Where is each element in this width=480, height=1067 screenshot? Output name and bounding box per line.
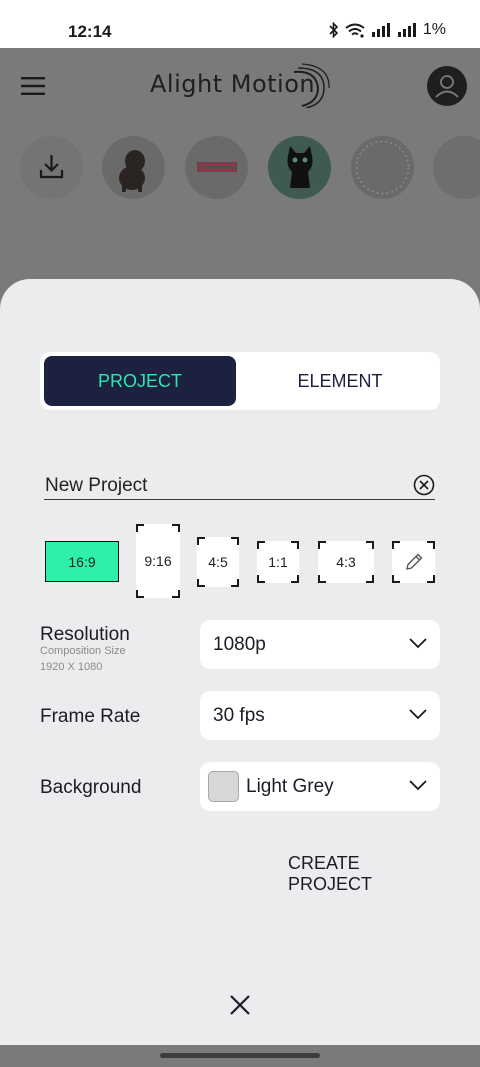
chevron-down-icon <box>409 780 427 791</box>
wifi-icon <box>345 23 365 38</box>
app-logo: Alight Motion <box>150 60 340 110</box>
clear-circle-icon[interactable] <box>413 474 435 496</box>
title-text-thumbnail <box>197 162 237 172</box>
close-icon[interactable] <box>228 993 252 1017</box>
aspect-ratio-label: 4:5 <box>208 554 228 570</box>
status-icons: 1% <box>329 21 446 39</box>
background-value: Light Grey <box>246 776 334 797</box>
aspect-ratio-16-9[interactable]: 16:9 <box>45 541 119 582</box>
background-color-swatch <box>208 771 239 802</box>
profile-icon[interactable] <box>427 66 467 106</box>
resolution-label: Resolution <box>40 624 130 645</box>
home-indicator[interactable] <box>160 1053 320 1058</box>
download-icon <box>39 155 64 179</box>
aspect-ratio-1-1[interactable]: 1:1 <box>257 541 299 583</box>
frame-rate-label: Frame Rate <box>40 706 141 727</box>
project-name-value[interactable]: New Project <box>45 475 147 497</box>
bluetooth-icon <box>329 22 339 38</box>
chevron-down-icon <box>409 709 427 720</box>
recent-project-thumbnail[interactable] <box>102 136 165 199</box>
resolution-value: 1080p <box>213 634 266 655</box>
background-label: Background <box>40 777 142 798</box>
composition-size-value: 1920 X 1080 <box>40 661 103 673</box>
black-cat-thumbnail <box>268 136 331 199</box>
aspect-ratio-9-16[interactable]: 9:16 <box>136 524 180 598</box>
status-bar: 12:14 1% <box>0 0 480 48</box>
tab-project[interactable]: PROJECT <box>44 356 236 406</box>
aspect-ratio-custom[interactable] <box>392 541 435 583</box>
tab-element[interactable]: ELEMENT <box>244 356 436 406</box>
status-time: 12:14 <box>68 22 112 41</box>
recent-project-thumbnail[interactable] <box>185 136 248 199</box>
pencil-icon <box>405 553 422 570</box>
project-type-toggle: PROJECT ELEMENT <box>40 352 440 410</box>
aspect-ratio-label: 4:3 <box>336 554 356 570</box>
dog-thumbnail <box>119 150 145 192</box>
chevron-down-icon <box>409 638 427 649</box>
import-project-button[interactable] <box>20 136 83 199</box>
recent-project-thumbnail[interactable] <box>351 136 414 199</box>
hamburger-menu-icon[interactable] <box>20 76 46 96</box>
background-dropdown[interactable]: Light Grey <box>200 762 440 811</box>
create-project-button[interactable]: CREATE PROJECT <box>288 853 440 894</box>
aspect-ratio-label: 9:16 <box>144 553 172 569</box>
resolution-dropdown[interactable]: 1080p <box>200 620 440 669</box>
aspect-ratio-label: 1:1 <box>268 554 288 570</box>
recent-project-thumbnail[interactable] <box>268 136 331 199</box>
aspect-ratio-label: 16:9 <box>68 553 96 570</box>
frame-rate-dropdown[interactable]: 30 fps <box>200 691 440 740</box>
composition-size-label: Composition Size <box>40 645 126 657</box>
signal-icon <box>371 23 391 37</box>
battery-text: 1% <box>422 21 446 38</box>
project-name-field[interactable]: New Project <box>44 470 435 500</box>
frame-rate-value: 30 fps <box>213 705 265 726</box>
aspect-ratio-4-3[interactable]: 4:3 <box>318 541 374 583</box>
signal-icon <box>397 23 417 37</box>
aspect-ratio-4-5[interactable]: 4:5 <box>197 537 239 587</box>
dotted-circle-thumbnail <box>355 140 410 195</box>
